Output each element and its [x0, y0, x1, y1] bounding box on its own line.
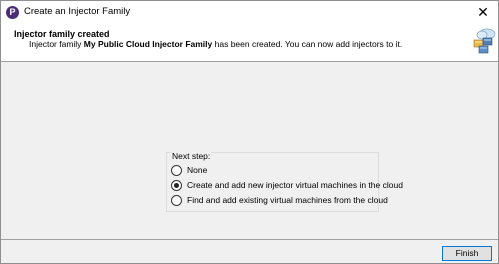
next-step-legend: Next step:	[171, 151, 212, 161]
option-find-existing-label: Find and add existing virtual machines f…	[187, 195, 388, 205]
radio-find-existing[interactable]	[171, 194, 182, 206]
option-create-new[interactable]: Create and add new injector virtual mach…	[171, 179, 403, 191]
app-logo-icon: P	[6, 6, 19, 19]
wizard-header: Injector family created Injector family …	[1, 23, 498, 61]
next-step-group: Next step: None Create and add new injec…	[166, 151, 403, 212]
option-create-new-label: Create and add new injector virtual mach…	[187, 180, 403, 190]
desc-suffix: has been created. You can now add inject…	[212, 39, 403, 49]
finish-button[interactable]: Finish	[442, 246, 492, 261]
close-button[interactable]: ✕	[468, 1, 498, 23]
header-title: Injector family created	[14, 29, 110, 39]
radio-none[interactable]	[171, 164, 182, 176]
cloud-injectors-icon	[471, 27, 497, 55]
header-divider	[1, 61, 498, 62]
option-find-existing[interactable]: Find and add existing virtual machines f…	[171, 194, 388, 206]
dialog-window: P Create an Injector Family ✕ Injector f…	[0, 0, 499, 264]
title-bar[interactable]: P Create an Injector Family ✕	[1, 1, 498, 23]
footer-divider	[1, 239, 498, 240]
header-description: Injector family My Public Cloud Injector…	[29, 39, 402, 49]
family-name: My Public Cloud Injector Family	[83, 39, 213, 49]
option-none-label: None	[187, 165, 208, 175]
radio-create-new[interactable]	[171, 179, 182, 191]
option-none[interactable]: None	[171, 164, 207, 176]
window-title: Create an Injector Family	[24, 6, 131, 17]
desc-prefix: Injector family	[29, 39, 84, 49]
